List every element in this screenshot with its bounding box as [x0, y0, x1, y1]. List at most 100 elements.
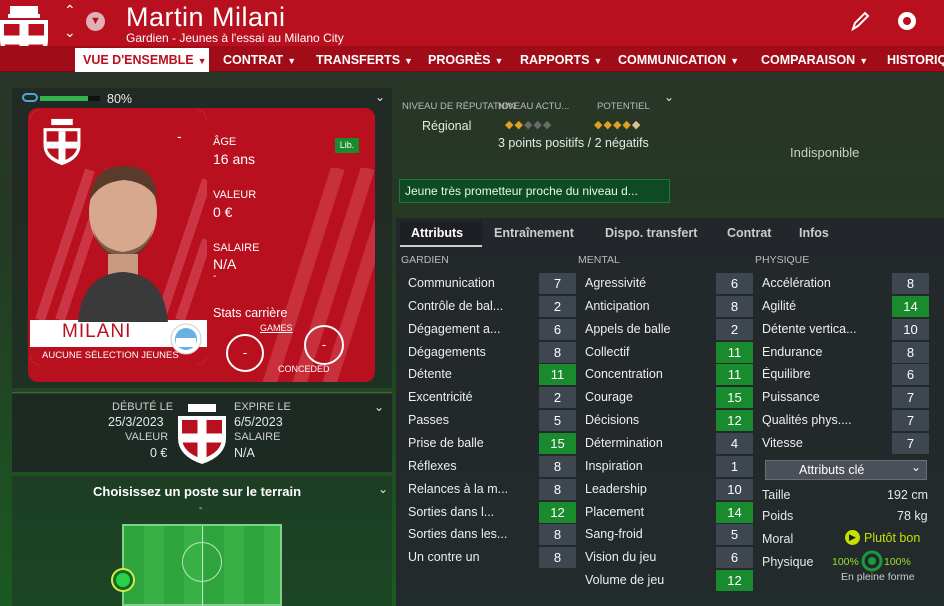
goalkeeper-position-marker[interactable]: [113, 570, 133, 590]
attribute-row[interactable]: Sorties dans les... 8: [408, 524, 576, 546]
attribute-value: 14: [892, 295, 929, 317]
tab-transfers[interactable]: TRANSFERTS ▼: [316, 53, 413, 67]
position-title: Choisissez un poste sur le terrain: [93, 484, 302, 499]
attribute-row[interactable]: Courage 15: [585, 387, 753, 409]
potential-label: POTENTIEL: [597, 101, 650, 112]
prev-player-chevron-icon[interactable]: ⌃: [64, 2, 76, 19]
conceded-label: CONCEDED: [278, 364, 330, 374]
tab-transfer-availability[interactable]: Dispo. transfert: [605, 226, 697, 240]
games-label: GAMES: [260, 323, 293, 333]
attribute-name: Sang-froid: [585, 527, 643, 542]
attribute-row[interactable]: Agilité 14: [762, 295, 929, 317]
attribute-row[interactable]: Volume de jeu 12: [585, 570, 753, 592]
weight-value: 78 kg: [897, 509, 928, 523]
value-value: 0 €: [213, 204, 233, 220]
attribute-row[interactable]: Détente 11: [408, 364, 576, 386]
attribute-row[interactable]: Dégagement a... 6: [408, 318, 576, 340]
attribute-name: Inspiration: [585, 458, 643, 473]
tab-communication[interactable]: COMMUNICATION ▼: [618, 53, 739, 67]
attribute-row[interactable]: Détente vertica... 10: [762, 318, 929, 340]
availability-text: Indisponible: [790, 145, 860, 160]
attribute-row[interactable]: Équilibre 6: [762, 364, 929, 386]
edit-pencil-icon[interactable]: [850, 10, 870, 32]
attribute-value: 7: [892, 432, 929, 454]
player-subtitle: Gardien - Jeunes à l'essai au Milano Cit…: [126, 31, 344, 45]
attribute-row[interactable]: Communication 7: [408, 273, 576, 294]
attribute-name: Agressivité: [585, 276, 647, 290]
attribute-row[interactable]: Passes 5: [408, 410, 576, 432]
section-goalkeeping: GARDIEN: [401, 254, 449, 266]
attribute-row[interactable]: Contrôle de bal... 2: [408, 295, 576, 317]
tab-overview[interactable]: VUE D'ENSEMBLE ▼: [75, 48, 209, 72]
pitch[interactable]: [122, 524, 282, 606]
conceded-circle: -: [304, 325, 344, 365]
attribute-row[interactable]: Décisions 12: [585, 410, 753, 432]
next-player-chevron-icon[interactable]: ⌄: [64, 24, 76, 41]
attribute-value: 6: [716, 273, 753, 294]
attribute-row[interactable]: Collectif 11: [585, 341, 753, 363]
contract-menu-chevron-icon[interactable]: ⌄: [374, 400, 384, 414]
attribute-row[interactable]: Leadership 10: [585, 478, 753, 500]
attribute-row[interactable]: Vitesse 7: [762, 432, 929, 454]
attribute-row[interactable]: Placement 14: [585, 501, 753, 523]
attribute-value: 5: [716, 524, 753, 546]
player-menu-button[interactable]: ▼: [86, 12, 105, 31]
attribute-row[interactable]: Prise de balle 15: [408, 432, 576, 454]
attribute-row[interactable]: Inspiration 1: [585, 455, 753, 477]
morale-label: Moral: [762, 532, 794, 546]
profile-menu-chevron-icon[interactable]: ⌄: [375, 90, 385, 104]
attribute-row[interactable]: Un contre un 8: [408, 547, 576, 569]
attribute-value: 6: [716, 547, 753, 569]
morale-value: Plutôt bon: [864, 531, 921, 545]
tab-training[interactable]: Entraînement: [494, 226, 574, 240]
attribute-row[interactable]: Concentration 11: [585, 364, 753, 386]
attribute-name: Concentration: [585, 367, 663, 382]
position-chevron-icon[interactable]: ⌄: [378, 482, 388, 496]
career-stats-label: Stats carrière: [213, 306, 288, 320]
section-mental: MENTAL: [578, 254, 620, 266]
attribute-row[interactable]: Appels de balle 2: [585, 318, 753, 340]
attribute-row[interactable]: Accélération 8: [762, 273, 929, 294]
attribute-value: 8: [716, 295, 753, 317]
tab-progress[interactable]: PROGRÈS ▼: [428, 53, 503, 67]
attribute-value: 8: [539, 455, 576, 477]
expire-label: EXPIRE LE: [234, 401, 291, 413]
tab-comparison[interactable]: COMPARAISON ▼: [761, 53, 868, 67]
settings-gear-icon[interactable]: [896, 10, 918, 32]
youth-selection-label: AUCUNE SÉLECTION JEUNES: [42, 350, 179, 361]
tab-contract[interactable]: CONTRAT ▼: [223, 53, 296, 67]
attribute-row[interactable]: Réflexes 8: [408, 455, 576, 477]
attribute-row[interactable]: Excentricité 2: [408, 387, 576, 409]
attribute-name: Collectif: [585, 344, 630, 359]
reputation-menu-chevron-icon[interactable]: ⌄: [664, 90, 674, 104]
fitness-ring-icon: [861, 550, 883, 572]
attribute-value: 15: [716, 387, 753, 409]
attribute-value: 8: [892, 341, 929, 363]
key-attributes-label: Attributs clé: [799, 463, 865, 477]
form-status: En pleine forme: [841, 571, 915, 583]
attribute-row[interactable]: Détermination 4: [585, 432, 753, 454]
attribute-row[interactable]: Puissance 7: [762, 387, 929, 409]
attribute-value: 8: [539, 478, 576, 500]
height-label: Taille: [762, 488, 791, 502]
attribute-row[interactable]: Endurance 8: [762, 341, 929, 363]
tab-contract-info[interactable]: Contrat: [727, 226, 771, 240]
attribute-value: 10: [716, 478, 753, 500]
attribute-row[interactable]: Dégagements 8: [408, 341, 576, 363]
salary-label: SALAIRE: [213, 242, 260, 254]
attribute-name: Dégagements: [408, 344, 486, 359]
attribute-value: 8: [892, 273, 929, 294]
attribute-row[interactable]: Agressivité 6: [585, 273, 753, 294]
attribute-row[interactable]: Vision du jeu 6: [585, 547, 753, 569]
attribute-name: Réflexes: [408, 458, 457, 473]
attribute-row[interactable]: Anticipation 8: [585, 295, 753, 317]
tab-history[interactable]: HISTORIQ: [887, 53, 944, 67]
attribute-row[interactable]: Relances à la m... 8: [408, 478, 576, 500]
tab-reports[interactable]: RAPPORTS ▼: [520, 53, 602, 67]
attribute-row[interactable]: Sang-froid 5: [585, 524, 753, 546]
attribute-row[interactable]: Qualités phys.... 7: [762, 410, 929, 432]
attribute-value: 8: [539, 524, 576, 546]
attribute-row[interactable]: Sorties dans l... 12: [408, 501, 576, 523]
lib-badge: Lib.: [335, 138, 359, 153]
tab-infos[interactable]: Infos: [799, 226, 829, 240]
